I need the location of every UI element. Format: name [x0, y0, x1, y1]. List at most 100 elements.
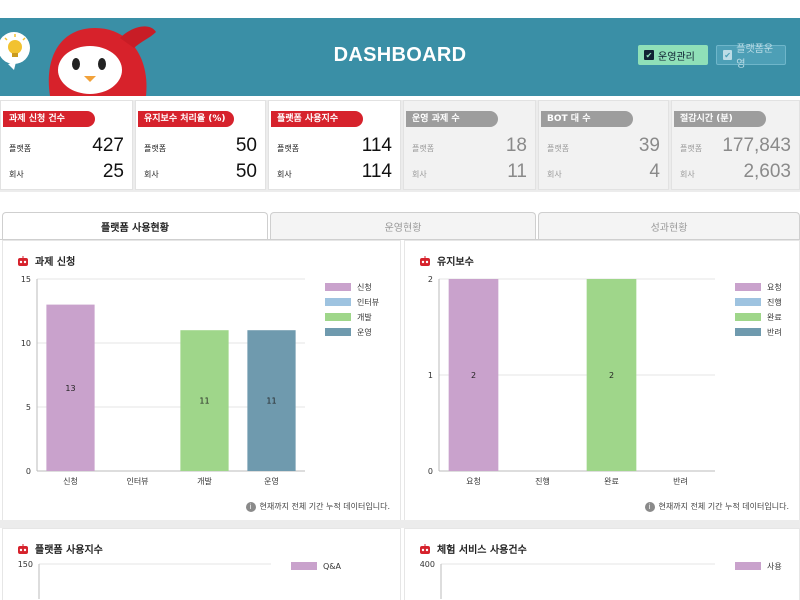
legend-label: 완료	[767, 313, 782, 322]
stat-card-operating-tasks: 운영 과제 수 플랫폼 18 회사 11	[403, 100, 536, 190]
x-tick-label: 요청	[466, 477, 481, 486]
legend-label: 반려	[767, 327, 782, 337]
panel-title: 유지보수	[419, 253, 474, 268]
legend-label: 진행	[767, 297, 782, 307]
platform-operation-button[interactable]: ✔ 플랫폼운영	[716, 44, 786, 70]
bar-value-label: 2	[609, 371, 614, 380]
stat-cards-row: 과제 신청 건수 플랫폼 427 회사 25 유지보수 처리율 (%) 플랫폼 50 …	[0, 100, 800, 192]
legend-label: 인터뷰	[357, 297, 379, 307]
stat-label: 플랫폼	[277, 144, 300, 153]
panel-title: 플랫폼 사용지수	[17, 541, 103, 556]
tab-performance-status[interactable]: 성과현황	[538, 212, 800, 240]
stat-value: 2,603	[743, 161, 791, 182]
checkbox-icon: ✔	[644, 50, 654, 60]
panel-title-text: 유지보수	[437, 257, 474, 268]
stat-card-title: 과제 신청 건수	[3, 111, 95, 127]
trial-service-chart: 400 사용	[420, 560, 782, 599]
stat-card-title: 유지보수 처리율 (%)	[138, 111, 234, 127]
stat-card-saved-time: 절감시간 (분) 플랫폼 177,843 회사 2,603	[671, 100, 800, 190]
legend-swatch	[735, 298, 761, 306]
y-tick-label: 400	[420, 560, 435, 569]
stat-label: 플랫폼	[9, 144, 32, 153]
info-icon: i	[644, 501, 655, 512]
x-tick-label: 완료	[604, 477, 619, 486]
x-tick-label: 인터뷰	[126, 476, 148, 486]
panel-title-text: 과제 신청	[35, 257, 76, 268]
stat-label: 회사	[277, 170, 292, 179]
legend-swatch	[735, 328, 761, 336]
y-tick-label: 1	[428, 371, 433, 380]
legend-swatch	[735, 283, 761, 291]
y-tick-label: 0	[428, 467, 433, 476]
stat-card-title: 운영 과제 수	[406, 111, 498, 127]
stat-value: 11	[507, 161, 527, 182]
legend-swatch	[735, 562, 761, 570]
panel-title-text: 플랫폼 사용지수	[35, 545, 103, 556]
stat-label: 플랫폼	[144, 144, 167, 153]
stat-value: 427	[92, 135, 124, 156]
section-divider	[0, 520, 800, 528]
stat-card-maintenance-rate: 유지보수 처리율 (%) 플랫폼 50 회사 50	[135, 100, 266, 190]
stat-value: 39	[638, 135, 660, 156]
stat-card-task-requests: 과제 신청 건수 플랫폼 427 회사 25	[0, 100, 133, 190]
panel-title: 체험 서비스 사용건수	[419, 541, 527, 556]
bar-value-label: 2	[471, 371, 476, 380]
legend-label: 요청	[767, 283, 782, 292]
tab-platform-usage[interactable]: 플랫폼 사용현황	[2, 212, 268, 240]
stat-label: 회사	[547, 170, 562, 179]
legend-swatch	[325, 283, 351, 291]
stat-value: 25	[102, 161, 124, 182]
tab-bar: 플랫폼 사용현황 운영현황 성과현황	[0, 212, 800, 240]
x-tick-label: 운영	[264, 476, 279, 486]
y-tick-label: 10	[21, 339, 31, 348]
dashboard-header: DASHBOARD ✔ 운영관리 ✔ 플랫폼운영	[0, 18, 800, 96]
legend-label: Q&A	[323, 562, 342, 571]
legend-swatch	[735, 313, 761, 321]
robot-icon	[419, 543, 431, 554]
legend-label: 운영	[357, 327, 372, 337]
robot-icon	[419, 255, 431, 266]
ops-management-button[interactable]: ✔ 운영관리	[638, 45, 708, 65]
stat-value: 18	[505, 135, 527, 156]
stat-label: 회사	[412, 170, 427, 179]
legend-swatch	[325, 328, 351, 336]
checkbox-icon: ✔	[723, 50, 733, 60]
legend-label: 개발	[357, 312, 372, 322]
legend-swatch	[291, 562, 317, 570]
ops-management-label: 운영관리	[658, 51, 695, 63]
stat-label: 회사	[680, 170, 695, 179]
panel-title: 과제 신청	[17, 253, 75, 268]
stat-value: 50	[235, 161, 257, 182]
data-note: i 현재까지 전체 기간 누적 데이터입니다.	[644, 501, 789, 512]
x-tick-label: 반려	[673, 476, 688, 486]
stat-value: 4	[649, 161, 660, 182]
legend-label: 신청	[357, 283, 372, 292]
data-note-text: 현재까지 전체 기간 누적 데이터입니다.	[658, 502, 789, 511]
bar-value-label: 13	[65, 384, 75, 393]
platform-operation-label: 플랫폼운영	[736, 44, 774, 70]
stat-card-platform-index: 플랫폼 사용지수 플랫폼 114 회사 114	[268, 100, 401, 190]
data-note: i 현재까지 전체 기간 누적 데이터입니다.	[245, 501, 390, 512]
stat-card-title: 플랫폼 사용지수	[271, 111, 363, 127]
stat-value: 50	[235, 135, 257, 156]
data-note-text: 현재까지 전체 기간 누적 데이터입니다.	[259, 502, 390, 511]
bar-value-label: 11	[266, 397, 276, 406]
stat-card-title: 절감시간 (분)	[674, 111, 766, 127]
info-icon: i	[245, 501, 256, 512]
robot-icon	[17, 255, 29, 266]
legend-label: 사용	[767, 562, 782, 571]
task-request-chart: 05101513신청 인터뷰11개발11운영신청인터뷰개발운영	[21, 275, 379, 486]
panel-task-request: 과제 신청 0 5 10 15 13 신청 인터뷰 11 개발 11 운영 신청 인터뷰 개발 운영 i 현…	[2, 240, 401, 522]
x-tick-label: 진행	[535, 476, 550, 486]
y-tick-label: 2	[428, 275, 433, 284]
y-tick-label: 0	[26, 467, 31, 476]
panel-platform-index: 플랫폼 사용지수 150 Q&A	[2, 528, 401, 600]
x-tick-label: 개발	[197, 476, 212, 486]
robot-icon	[17, 543, 29, 554]
tab-operation-status[interactable]: 운영현황	[270, 212, 536, 240]
panel-title-text: 체험 서비스 사용건수	[437, 545, 527, 556]
stat-value: 114	[361, 135, 392, 156]
panel-maintenance: 유지보수 0 1 2 2 요청 진행 2 완료 반려 요청 진행 완료 반려 i 현재까지 전체 기간 …	[404, 240, 800, 522]
y-tick-label: 15	[21, 275, 31, 284]
panel-trial-service: 체험 서비스 사용건수 400 사용	[404, 528, 800, 600]
